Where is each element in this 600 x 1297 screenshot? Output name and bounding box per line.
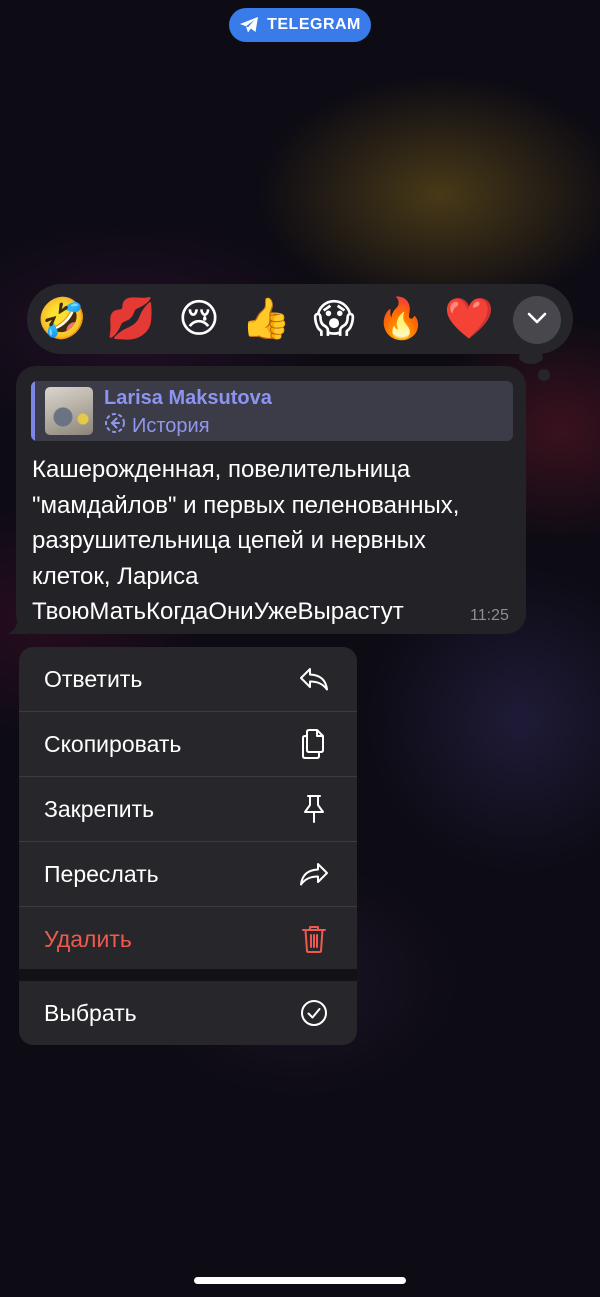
message-line: ТвоюМатьКогдаОниУжеВырастут: [32, 598, 404, 625]
reaction-bar: 🤣 💋 😢 👍 😱 🔥 ❤️: [27, 284, 573, 354]
kiss-reaction[interactable]: 💋: [106, 299, 156, 339]
reply-type: История: [104, 412, 210, 440]
pin-icon: [299, 794, 329, 824]
message-text: Кашерожденная, повелительница "мамдайлов…: [32, 452, 517, 630]
menu-section-gap: [19, 969, 357, 981]
message-line: Кашерожденная, повелительница: [32, 456, 411, 483]
context-menu: Ответить Скопировать Закрепить Переслать: [19, 647, 357, 1045]
heart-reaction[interactable]: ❤️: [444, 299, 494, 339]
reaction-bar-tail: [519, 350, 543, 364]
message-line: клеток, Лариса: [32, 562, 199, 590]
menu-item-label: Переслать: [44, 860, 159, 887]
home-indicator[interactable]: [194, 1277, 406, 1284]
menu-item-label: Ответить: [44, 665, 143, 692]
message-line: "мамдайлов" и первых пеленованных,: [32, 491, 460, 519]
telegram-icon: [239, 16, 259, 34]
copy-icon: [299, 729, 329, 759]
menu-item-select[interactable]: Выбрать: [19, 981, 357, 1045]
trash-icon: [299, 924, 329, 954]
rolling-laughing-reaction[interactable]: 🤣: [37, 299, 87, 339]
expand-reactions-button[interactable]: [513, 296, 561, 344]
reply-quote[interactable]: Larisa Maksutova История: [31, 381, 513, 441]
menu-item-label: Удалить: [44, 925, 132, 952]
thumbs-up-reaction[interactable]: 👍: [241, 299, 291, 339]
menu-item-reply[interactable]: Ответить: [19, 647, 357, 711]
menu-item-label: Закрепить: [44, 795, 155, 822]
chevron-down-icon: [527, 311, 547, 329]
reply-type-label: История: [132, 414, 210, 437]
menu-item-label: Выбрать: [44, 999, 137, 1026]
reply-author: Larisa Maksutova: [104, 387, 272, 409]
checkmark-circle-icon: [299, 998, 329, 1028]
message-time: 11:25: [470, 607, 509, 624]
fire-reaction[interactable]: 🔥: [376, 299, 426, 339]
screaming-reaction[interactable]: 😱: [313, 299, 355, 339]
forward-icon: [299, 859, 329, 889]
telegram-badge-label: TELEGRAM: [267, 16, 361, 33]
message-line: разрушительница цепей и нервных: [32, 527, 426, 554]
story-thumbnail: [45, 387, 93, 435]
quote-accent-bar: [31, 381, 35, 441]
menu-item-pin[interactable]: Закрепить: [19, 777, 357, 841]
menu-item-forward[interactable]: Переслать: [19, 842, 357, 906]
reaction-bar-tail-dot: [538, 369, 550, 381]
menu-item-delete[interactable]: Удалить: [19, 907, 357, 971]
menu-item-copy[interactable]: Скопировать: [19, 712, 357, 776]
story-icon: [104, 412, 126, 440]
crying-reaction[interactable]: 😢: [178, 299, 220, 339]
reply-icon: [299, 664, 329, 694]
menu-item-label: Скопировать: [44, 730, 182, 757]
telegram-badge: TELEGRAM: [229, 8, 371, 42]
